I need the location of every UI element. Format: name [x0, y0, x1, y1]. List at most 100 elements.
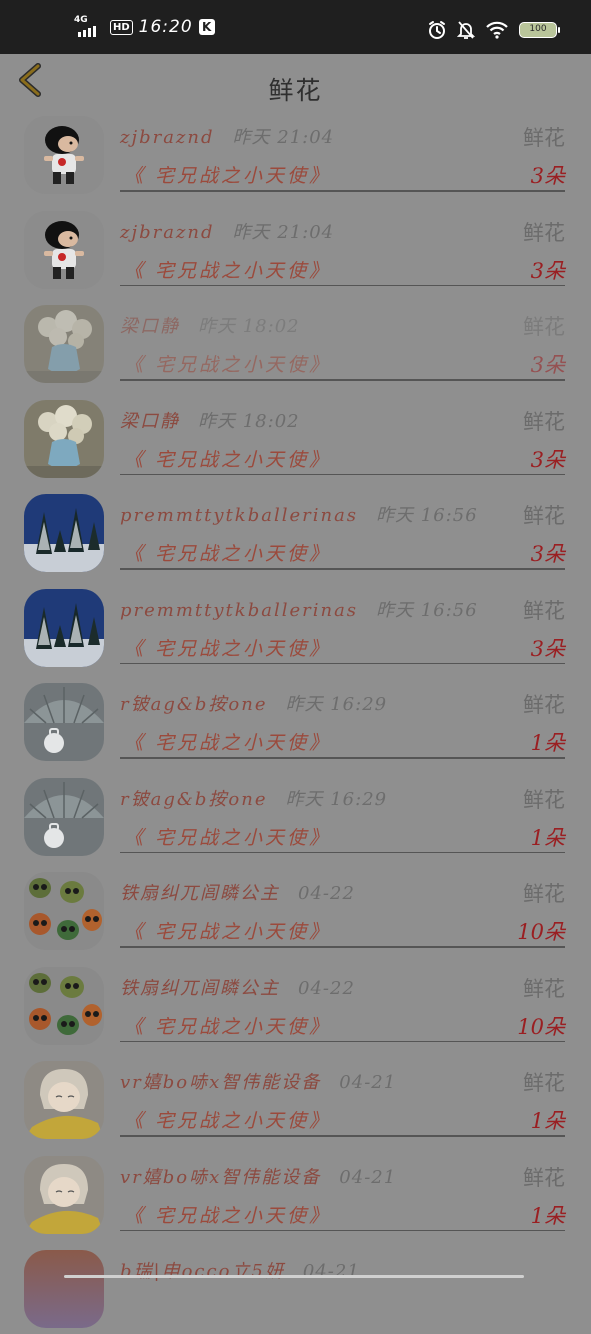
sender-name[interactable]: vr嬉bo哧x智伟能设备 04-21	[120, 1068, 396, 1094]
gift-type: 鲜花	[523, 787, 565, 812]
gift-record-row[interactable]: zjbraznd 昨天 21:04 鲜花《 宅兄战之小天使》 3朵	[0, 201, 591, 295]
sender-name[interactable]: 梁口静 昨天 18:02	[120, 312, 300, 338]
sender-name-text: zjbraznd	[120, 127, 215, 148]
row-divider	[120, 284, 565, 286]
book-title[interactable]: 《 宅兄战之小天使》	[124, 539, 331, 566]
sender-name-text: 铁扇纠兀闾瞵公主	[120, 977, 280, 999]
gift-count: 10朵	[517, 1014, 565, 1039]
sender-name[interactable]: premmttytkballerinas 昨天 16:56	[120, 501, 478, 527]
app-header: 鲜花	[0, 54, 591, 106]
gift-record-row[interactable]: r铍ag&b按one 昨天 16:29 鲜花《 宅兄战之小天使》 1朵	[0, 673, 591, 767]
row-divider	[120, 1229, 565, 1231]
avatar[interactable]	[24, 1061, 104, 1139]
avatar[interactable]	[24, 777, 104, 856]
gift-type: 鲜花	[523, 315, 565, 339]
gift-type: 鲜花	[523, 1071, 565, 1095]
row-divider	[120, 1135, 565, 1137]
gift-count: 1朵	[530, 825, 565, 850]
gift-record-row[interactable]: vr嬉bo哧x智伟能设备 04-21 鲜花《 宅兄战之小天使》 1朵	[0, 1146, 591, 1240]
sender-name-text: zjbraznd	[120, 221, 215, 243]
avatar[interactable]	[24, 588, 104, 667]
gift-record-row[interactable]: 梁口静 昨天 18:02 鲜花《 宅兄战之小天使》 3朵	[0, 295, 591, 389]
sender-name[interactable]: zjbraznd 昨天 21:04	[120, 218, 334, 244]
book-title[interactable]: 《 宅兄战之小天使》	[124, 350, 331, 377]
clock: 16:20	[138, 17, 193, 37]
book-title[interactable]: 《 宅兄战之小天使》	[124, 445, 331, 472]
record-time: 昨天 16:56	[376, 599, 478, 621]
row-divider	[120, 190, 565, 192]
sender-name-text: r铍ag&b按one	[120, 694, 268, 715]
gift-count: 3朵	[530, 353, 565, 377]
avatar[interactable]	[24, 399, 104, 478]
sender-name[interactable]: r铍ag&b按one 昨天 16:29	[120, 785, 387, 811]
row-divider	[120, 568, 565, 570]
alarm-icon	[429, 21, 445, 39]
book-title[interactable]: 《 宅兄战之小天使》	[124, 917, 331, 944]
gift-record-row[interactable]: b瑞|申occo立5妍 04-21	[0, 1240, 591, 1334]
sender-name[interactable]: vr嬉bo哧x智伟能设备 04-21	[120, 1163, 396, 1189]
gift-record-row[interactable]: premmttytkballerinas 昨天 16:56 鲜花《 宅兄战之小天使》…	[0, 484, 591, 578]
sender-name-text: 梁口静	[120, 316, 180, 337]
sender-name[interactable]: r铍ag&b按one 昨天 16:29	[120, 690, 387, 716]
gift-type: 鲜花	[523, 598, 565, 623]
sender-name[interactable]: b瑞|申occo立5妍 04-21	[120, 1257, 360, 1283]
gift-type: 鲜花	[523, 126, 565, 150]
avatar[interactable]	[24, 966, 104, 1045]
sender-name[interactable]: 梁口静 昨天 18:02	[120, 407, 300, 433]
record-time: 昨天 16:56	[376, 505, 478, 526]
gift-record-row[interactable]: vr嬉bo哧x智伟能设备 04-21 鲜花《 宅兄战之小天使》 1朵	[0, 1051, 591, 1145]
book-title[interactable]: 《 宅兄战之小天使》	[124, 256, 331, 283]
avatar[interactable]	[24, 683, 104, 761]
row-divider	[120, 851, 565, 853]
home-indicator	[64, 1275, 524, 1278]
sender-name[interactable]: zjbraznd 昨天 21:04	[120, 123, 334, 149]
record-time: 昨天 18:02	[198, 410, 300, 432]
sender-name[interactable]: premmttytkballerinas 昨天 16:56	[120, 596, 478, 622]
gift-record-row[interactable]: 铁扇纠兀闾瞵公主 04-22 鲜花《 宅兄战之小天使》 10朵	[0, 957, 591, 1051]
row-divider	[120, 1040, 565, 1042]
record-time: 04-21	[339, 1072, 397, 1093]
gift-type: 鲜花	[523, 882, 565, 906]
avatar[interactable]	[24, 210, 104, 289]
gift-type: 鲜花	[523, 693, 565, 717]
avatar[interactable]	[24, 494, 104, 572]
book-title[interactable]: 《 宅兄战之小天使》	[124, 634, 331, 661]
sender-name-text: vr嬉bo哧x智伟能设备	[120, 1166, 322, 1188]
avatar[interactable]	[24, 1250, 104, 1328]
book-title[interactable]: 《 宅兄战之小天使》	[124, 728, 331, 755]
book-title[interactable]: 《 宅兄战之小天使》	[124, 1012, 331, 1039]
gift-type: 鲜花	[523, 976, 565, 1001]
sender-name-text: 梁口静	[120, 410, 180, 432]
book-title[interactable]: 《 宅兄战之小天使》	[124, 1201, 331, 1228]
book-title[interactable]: 《 宅兄战之小天使》	[124, 1106, 331, 1133]
sender-name-text: premmttytkballerinas	[120, 599, 359, 621]
sender-name-text: b瑞|申occo立5妍	[120, 1261, 285, 1282]
row-divider	[120, 473, 565, 475]
book-title[interactable]: 《 宅兄战之小天使》	[124, 161, 331, 188]
network-type: 4G	[74, 15, 88, 25]
gift-record-row[interactable]: 梁口静 昨天 18:02 鲜花《 宅兄战之小天使》 3朵	[0, 390, 591, 484]
gift-record-row[interactable]: r铍ag&b按one 昨天 16:29 鲜花《 宅兄战之小天使》 1朵	[0, 768, 591, 862]
book-title[interactable]: 《 宅兄战之小天使》	[124, 823, 331, 850]
row-divider	[120, 662, 565, 664]
sender-name[interactable]: 铁扇纠兀闾瞵公主 04-22	[120, 879, 355, 905]
gift-record-row[interactable]: premmttytkballerinas 昨天 16:56 鲜花《 宅兄战之小天使》…	[0, 579, 591, 673]
record-time: 04-22	[298, 883, 355, 904]
bell-off-icon	[457, 21, 475, 39]
gift-type: 鲜花	[523, 1165, 565, 1190]
gift-record-row[interactable]: zjbraznd 昨天 21:04 鲜花《 宅兄战之小天使》 3朵	[0, 106, 591, 200]
gift-record-row[interactable]: 铁扇纠兀闾瞵公主 04-22 鲜花《 宅兄战之小天使》 10朵	[0, 862, 591, 956]
row-divider	[120, 757, 565, 759]
sender-name-text: vr嬉bo哧x智伟能设备	[120, 1072, 322, 1093]
sender-name[interactable]: 铁扇纠兀闾瞵公主 04-22	[120, 974, 355, 1000]
avatar[interactable]	[24, 1155, 104, 1234]
avatar[interactable]	[24, 305, 104, 383]
k-badge: K	[198, 19, 215, 35]
avatar[interactable]	[24, 116, 104, 194]
row-divider	[120, 946, 565, 948]
sender-name-text: 铁扇纠兀闾瞵公主	[120, 883, 280, 904]
signal-icon: 4G	[74, 15, 104, 37]
status-left: 4G HD 16:20 K	[74, 15, 215, 37]
gift-count: 3朵	[530, 542, 565, 566]
avatar[interactable]	[24, 872, 104, 950]
